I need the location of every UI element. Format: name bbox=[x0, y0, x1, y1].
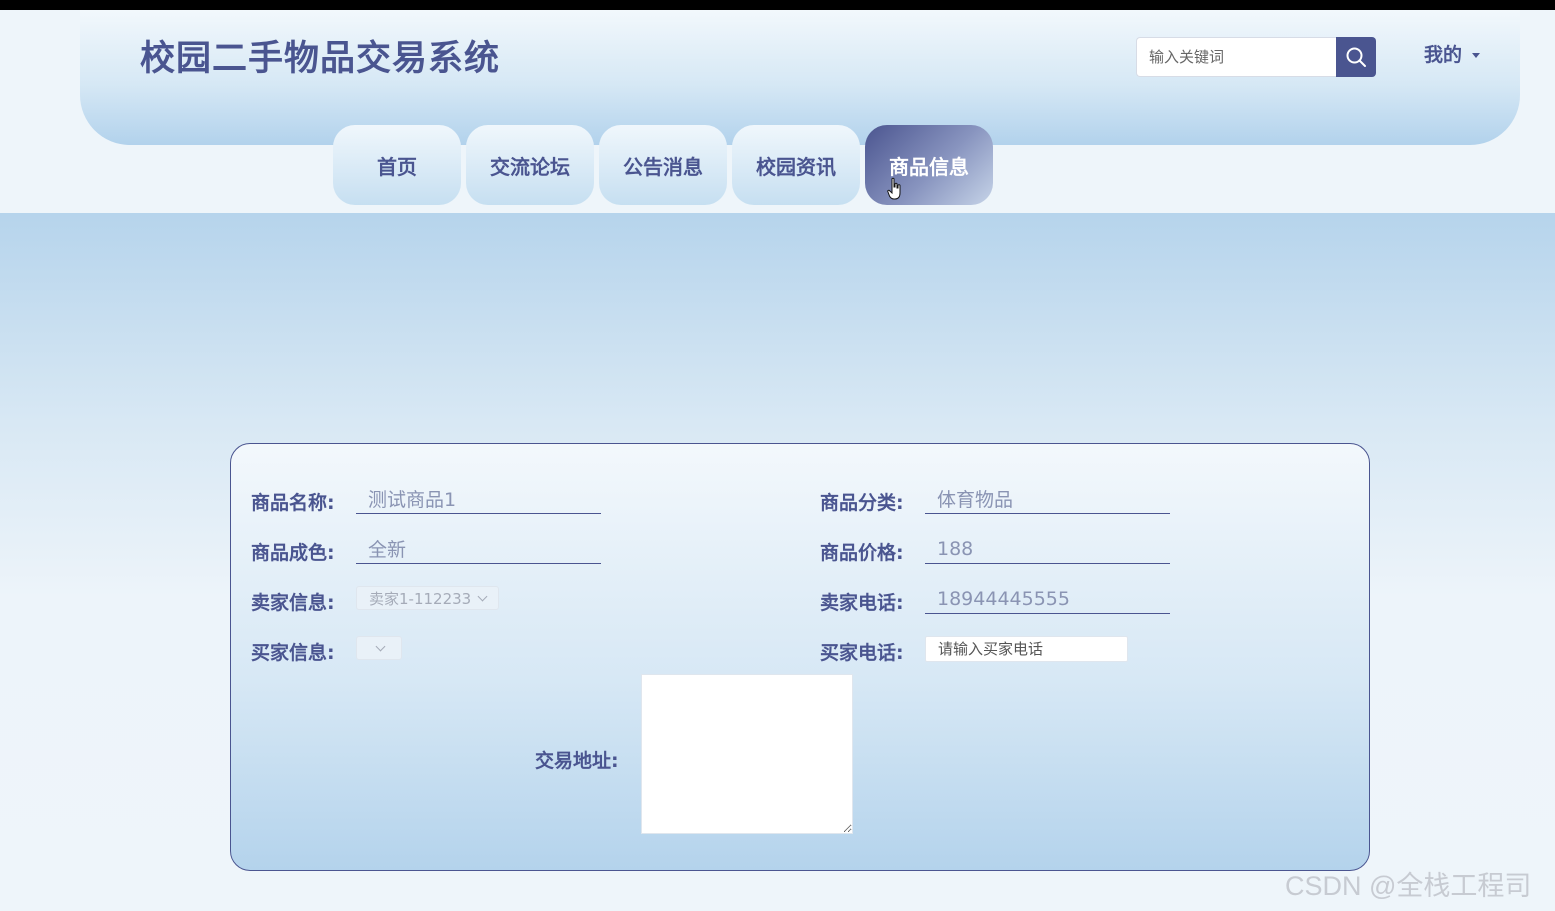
user-menu-dropdown[interactable]: 我的 bbox=[1424, 40, 1481, 67]
tab-label: 交流论坛 bbox=[490, 154, 570, 179]
seller-info-label: 卖家信息: bbox=[251, 592, 335, 614]
tab-products[interactable]: 商品信息 bbox=[865, 125, 993, 205]
product-detail-form: 商品名称: 商品分类: 商品成色: 商品价格: 卖家信息: 卖家1-112233… bbox=[230, 443, 1370, 871]
caret-down-icon bbox=[1472, 53, 1481, 58]
product-name-label: 商品名称: bbox=[251, 492, 335, 514]
seller-phone-field[interactable] bbox=[925, 584, 1170, 614]
buyer-info-label: 买家信息: bbox=[251, 642, 335, 664]
tab-label: 商品信息 bbox=[889, 154, 969, 179]
condition-field[interactable] bbox=[356, 534, 601, 564]
tab-label: 首页 bbox=[377, 154, 417, 179]
address-textarea[interactable] bbox=[641, 674, 853, 834]
seller-info-value: 卖家1-112233 bbox=[369, 589, 472, 608]
site-title: 校园二手物品交易系统 bbox=[140, 39, 501, 79]
tab-announcements[interactable]: 公告消息 bbox=[599, 125, 727, 205]
tab-forum[interactable]: 交流论坛 bbox=[466, 125, 594, 205]
buyer-phone-label: 买家电话: bbox=[820, 642, 904, 664]
seller-info-select[interactable]: 卖家1-112233 bbox=[356, 586, 500, 610]
product-name-field[interactable] bbox=[356, 484, 601, 514]
search-input[interactable] bbox=[1136, 37, 1336, 77]
tab-label: 校园资讯 bbox=[756, 154, 836, 179]
price-label: 商品价格: bbox=[820, 542, 904, 564]
chevron-down-icon bbox=[477, 591, 488, 601]
main-nav: 首页 交流论坛 公告消息 校园资讯 商品信息 bbox=[333, 125, 993, 205]
category-field[interactable] bbox=[925, 484, 1170, 514]
seller-phone-label: 卖家电话: bbox=[820, 592, 904, 614]
tab-campus-news[interactable]: 校园资讯 bbox=[732, 125, 860, 205]
tab-home[interactable]: 首页 bbox=[333, 125, 461, 205]
search-box bbox=[1136, 37, 1376, 77]
hand-cursor-icon bbox=[887, 177, 901, 200]
category-label: 商品分类: bbox=[820, 492, 904, 514]
search-button[interactable] bbox=[1336, 37, 1376, 77]
tab-label: 公告消息 bbox=[623, 154, 703, 179]
condition-label: 商品成色: bbox=[251, 542, 335, 564]
chevron-down-icon bbox=[375, 641, 386, 651]
price-field[interactable] bbox=[925, 534, 1170, 564]
buyer-info-select[interactable] bbox=[356, 636, 402, 660]
buyer-phone-input[interactable] bbox=[925, 636, 1128, 662]
search-icon bbox=[1346, 47, 1366, 67]
user-menu-label: 我的 bbox=[1424, 44, 1463, 66]
watermark: CSDN @全栈工程司 bbox=[1285, 871, 1532, 901]
address-label: 交易地址: bbox=[535, 750, 619, 772]
window-top-strip bbox=[0, 0, 1555, 10]
